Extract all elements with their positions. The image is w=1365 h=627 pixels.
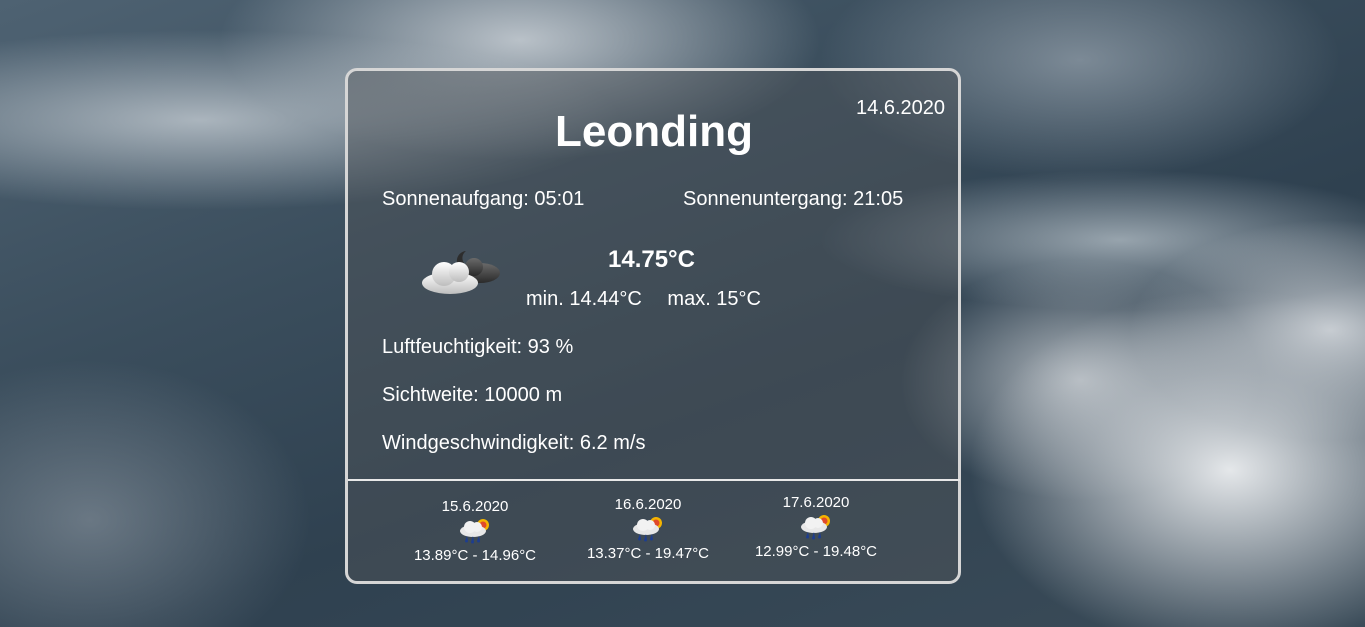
city-name: Leonding — [555, 107, 753, 156]
weather-card: 14.6.2020 Leonding Sonnenaufgang: 05:01 … — [345, 68, 961, 584]
forecast-date: 15.6.2020 — [441, 498, 509, 515]
rain-sun-icon — [460, 519, 489, 544]
humidity: Luftfeuchtigkeit: 93 % — [382, 336, 574, 358]
rain-sun-icon — [633, 517, 662, 542]
forecast-date: 16.6.2020 — [614, 496, 682, 513]
forecast-date: 17.6.2020 — [782, 494, 850, 511]
visibility: Sichtweite: 10000 m — [382, 384, 563, 406]
sunset-time: Sonnenuntergang: 21:05 — [683, 188, 904, 210]
forecast-temperature-range: 13.37°C - 19.47°C — [586, 545, 710, 562]
forecast-day: 15.6.2020 13.89°C - 14.96°C — [400, 498, 550, 564]
sunrise-time: Sonnenaufgang: 05:01 — [382, 188, 585, 210]
forecast-day: 17.6.2020 12.99°C - 19.48°C — [741, 494, 891, 560]
max-temperature: max. 15°C — [667, 288, 761, 310]
min-max-temperature: min. 14.44°C max. 15°C — [526, 288, 781, 311]
rain-sun-icon — [801, 515, 830, 540]
forecast-temperature-range: 13.89°C - 14.96°C — [413, 547, 537, 564]
cloudy-night-icon — [422, 251, 500, 294]
min-temperature: min. 14.44°C — [526, 288, 642, 310]
forecast-day: 16.6.2020 13.37°C - 19.47°C — [573, 496, 723, 562]
forecast-temperature-range: 12.99°C - 19.48°C — [754, 543, 878, 560]
wind-speed: Windgeschwindigkeit: 6.2 m/s — [382, 432, 646, 454]
divider — [348, 479, 960, 481]
current-temperature: 14.75°C — [608, 246, 695, 273]
